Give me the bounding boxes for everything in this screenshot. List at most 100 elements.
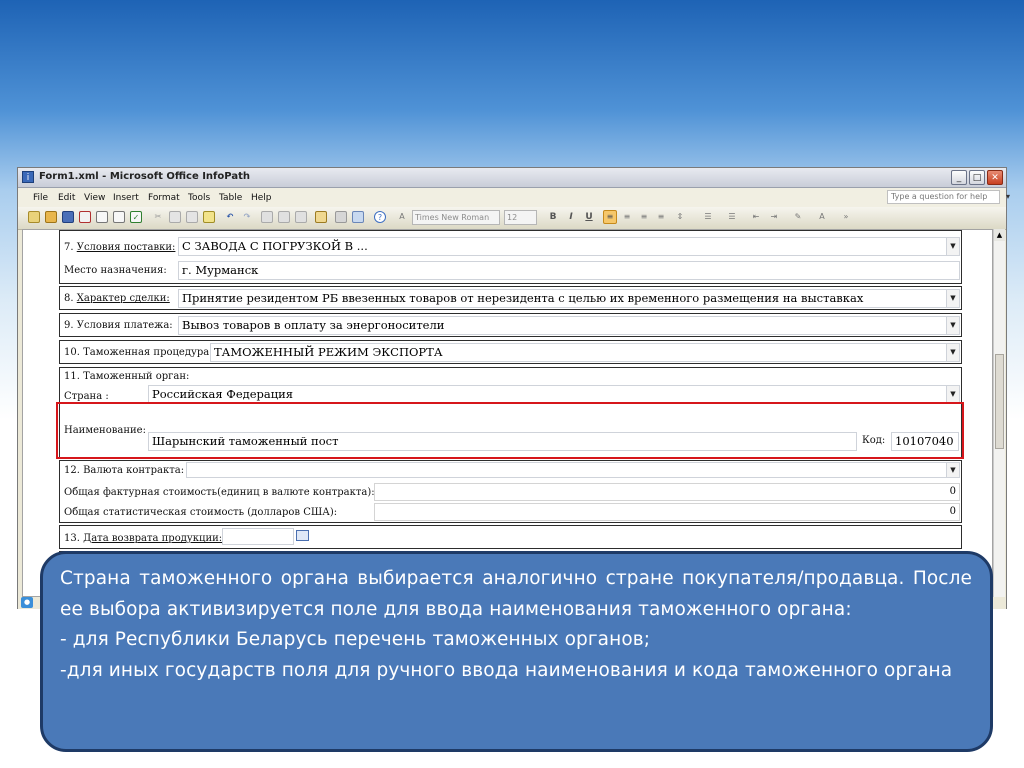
form-canvas: 7. Условия поставки: С ЗАВОДА С ПОГРУЗКО… — [22, 229, 993, 597]
task-pane-icon[interactable] — [352, 211, 364, 223]
payment-dropdown[interactable]: Вывоз товаров в оплату за энергоносители… — [178, 316, 960, 335]
delivery-terms-text: Условия поставки: — [76, 242, 176, 253]
window-controls: _ □ ✕ — [951, 170, 1003, 185]
bold-button[interactable]: B — [546, 211, 560, 224]
cut-icon[interactable]: ✂ — [152, 211, 164, 223]
destination-input[interactable]: г. Мурманск — [178, 261, 960, 280]
design-icon[interactable] — [28, 211, 40, 223]
toolbar-options-icon[interactable]: » — [840, 211, 852, 223]
align-left-icon[interactable]: ≡ — [603, 210, 617, 224]
digital-signature-icon[interactable] — [315, 211, 327, 223]
scroll-up-icon[interactable]: ▲ — [994, 229, 1005, 241]
numbering-icon[interactable]: ☰ — [702, 211, 714, 223]
chevron-down-icon[interactable]: ▼ — [946, 290, 959, 307]
chevron-down-icon[interactable]: ▼ — [946, 238, 959, 255]
menu-tools[interactable]: Tools — [188, 193, 210, 203]
return-date-label: 13. Дата возврата продукции: — [64, 533, 222, 544]
font-color-icon[interactable]: A — [816, 211, 828, 223]
close-button[interactable]: ✕ — [987, 170, 1003, 185]
pdf-icon[interactable] — [79, 211, 91, 223]
research-icon[interactable] — [335, 211, 347, 223]
chevron-down-icon[interactable]: ▼ — [946, 317, 959, 334]
delivery-terms-dropdown[interactable]: С ЗАВОДА С ПОГРУЗКОЙ В ... ▼ — [178, 237, 960, 256]
vertical-scrollbar[interactable]: ▲ — [993, 229, 1005, 597]
highlight-icon[interactable]: ✎ — [792, 211, 804, 223]
align-center-icon[interactable]: ≡ — [621, 211, 633, 223]
decrease-indent-icon[interactable]: ⇤ — [750, 211, 762, 223]
paste-icon[interactable] — [186, 211, 198, 223]
spelling-icon[interactable]: ✓ — [130, 211, 142, 223]
menu-insert[interactable]: Insert — [113, 193, 139, 203]
deal-dropdown[interactable]: Принятие резидентом РБ ввезенных товаров… — [178, 289, 960, 308]
font-name-select[interactable]: Times New Roman — [412, 210, 500, 225]
invoice-value-input[interactable]: 0 — [374, 483, 960, 501]
justify-icon[interactable]: ≡ — [655, 211, 667, 223]
maximize-button[interactable]: □ — [969, 170, 985, 185]
chevron-down-icon[interactable]: ▼ — [946, 463, 959, 477]
align-right-icon[interactable]: ≡ — [638, 211, 650, 223]
procedure-value: ТАМОЖЕННЫЙ РЕЖИМ ЭКСПОРТА — [214, 345, 443, 359]
line-spacing-icon[interactable]: ⇕ — [674, 211, 686, 223]
deal-number: 8. — [64, 293, 77, 304]
print-preview-icon[interactable] — [113, 211, 125, 223]
help-search-input[interactable]: Type a question for help ▾ — [887, 190, 1010, 204]
calendar-icon[interactable] — [296, 530, 309, 541]
menu-table[interactable]: Table — [219, 193, 242, 203]
bullets-icon[interactable]: ☰ — [726, 211, 738, 223]
return-date-number: 13. — [64, 533, 84, 544]
minimize-button[interactable]: _ — [951, 170, 967, 185]
menu-format[interactable]: Format — [148, 193, 180, 203]
formatting-toolbar: ✓ ✂ ↶ ↷ ? A Times New Roman 12 B I U ≡ ≡… — [18, 207, 1006, 230]
callout-line-1: Страна таможенного органа выбирается ана… — [60, 568, 972, 620]
callout-line-3: -для иных государств поля для ручного вв… — [60, 659, 953, 681]
help-icon[interactable]: ? — [374, 211, 386, 223]
font-name-value: Times New Roman — [415, 213, 490, 222]
save-icon[interactable] — [62, 211, 74, 223]
font-size-select[interactable]: 12 — [504, 210, 537, 225]
customs-country-value: Российская Федерация — [152, 387, 294, 401]
procedure-label: 10. Таможенная процедура: — [64, 347, 213, 358]
title-bar[interactable]: i Form1.xml - Microsoft Office InfoPath … — [18, 168, 1006, 188]
chevron-down-icon[interactable]: ▼ — [946, 386, 959, 403]
infopath-window: i Form1.xml - Microsoft Office InfoPath … — [17, 167, 1010, 609]
menu-edit[interactable]: Edit — [58, 193, 75, 203]
scroll-thumb[interactable] — [995, 354, 1004, 449]
procedure-dropdown[interactable]: ТАМОЖЕННЫЙ РЕЖИМ ЭКСПОРТА ▼ — [210, 343, 960, 362]
increase-indent-icon[interactable]: ⇥ — [768, 211, 780, 223]
underline-button[interactable]: U — [582, 211, 596, 224]
currency-section: 12. Валюта контракта: ▼ Общая фактурная … — [59, 460, 962, 523]
menu-help[interactable]: Help — [251, 193, 272, 203]
format-painter-icon[interactable] — [203, 211, 215, 223]
statistical-value-input[interactable]: 0 — [374, 503, 960, 521]
style-icon[interactable]: A — [396, 211, 408, 223]
menu-file[interactable]: File — [33, 193, 48, 203]
procedure-section: 10. Таможенная процедура: ТАМОЖЕННЫЙ РЕЖ… — [59, 340, 962, 364]
copy-icon[interactable] — [169, 211, 181, 223]
undo-icon[interactable]: ↶ — [224, 211, 236, 223]
insert-picture-icon[interactable] — [278, 211, 290, 223]
delivery-terms-label: 7. Условия поставки: — [64, 242, 175, 253]
delivery-terms-value: С ЗАВОДА С ПОГРУЗКОЙ В ... — [182, 239, 368, 253]
customs-label: 11. Таможенный орган: — [64, 371, 190, 382]
deal-label: 8. Характер сделки: — [64, 293, 170, 304]
return-date-input[interactable] — [222, 528, 294, 545]
insert-table-icon[interactable] — [261, 211, 273, 223]
return-section: 13. Дата возврата продукции: — [59, 525, 962, 549]
currency-dropdown[interactable]: ▼ — [186, 462, 960, 478]
font-size-value: 12 — [507, 213, 518, 222]
payment-value: Вывоз товаров в оплату за энергоносители — [182, 318, 445, 332]
chevron-down-icon[interactable]: ▾ — [1006, 191, 1010, 203]
chevron-down-icon[interactable]: ▼ — [946, 344, 959, 361]
currency-label: 12. Валюта контракта: — [64, 465, 185, 476]
hyperlink-icon[interactable] — [295, 211, 307, 223]
menu-view[interactable]: View — [84, 193, 105, 203]
open-folder-icon[interactable] — [45, 211, 57, 223]
destination-label: Место назначения: — [64, 265, 167, 276]
print-icon[interactable] — [96, 211, 108, 223]
destination-value: г. Мурманск — [182, 263, 259, 277]
italic-button[interactable]: I — [564, 211, 578, 224]
deal-section: 8. Характер сделки: Принятие резидентом … — [59, 286, 962, 310]
statistical-value: 0 — [949, 506, 956, 517]
delivery-terms-number: 7. — [64, 242, 77, 253]
redo-icon[interactable]: ↷ — [241, 211, 253, 223]
